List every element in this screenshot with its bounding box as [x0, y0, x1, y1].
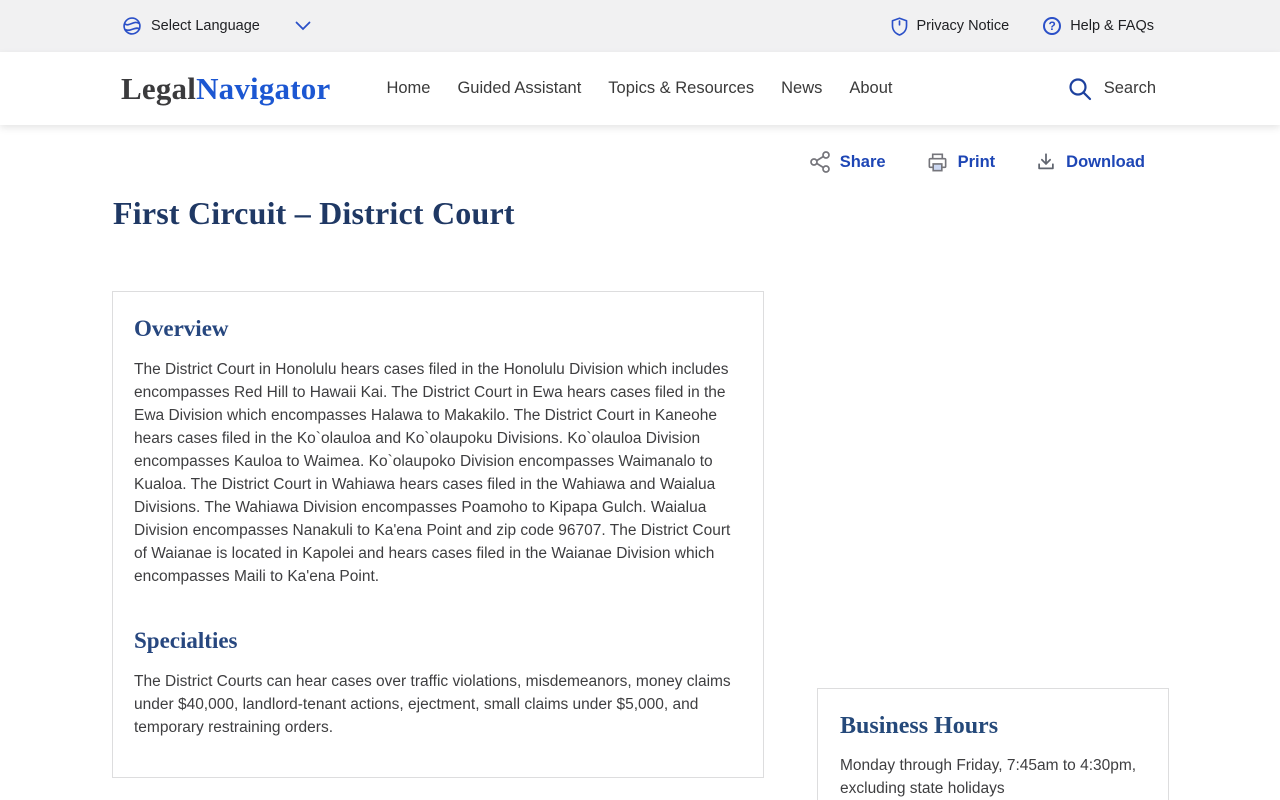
printer-icon: [926, 151, 949, 174]
utility-bar: Select Language Privacy Notice: [0, 0, 1280, 52]
help-faqs-link[interactable]: ? Help & FAQs: [1043, 17, 1154, 35]
business-hours-text: Monday through Friday, 7:45am to 4:30pm,…: [840, 754, 1146, 800]
site-logo[interactable]: LegalNavigator: [112, 71, 330, 107]
question-circle-icon: ?: [1043, 17, 1061, 35]
search-button[interactable]: Search: [1067, 76, 1168, 102]
nav-item-home[interactable]: Home: [386, 79, 430, 98]
share-label: Share: [840, 153, 886, 172]
page-title: First Circuit – District Court: [112, 195, 1168, 232]
language-selector-label: Select Language: [151, 18, 260, 34]
language-selector[interactable]: Select Language: [122, 16, 311, 36]
share-icon: [809, 150, 831, 174]
specialties-text: The District Courts can hear cases over …: [134, 670, 742, 739]
logo-text-legal: Legal: [121, 71, 196, 106]
nav-item-guided-assistant[interactable]: Guided Assistant: [457, 79, 581, 98]
overview-text: The District Court in Honolulu hears cas…: [134, 358, 742, 588]
specialties-section: Specialties The District Courts can hear…: [134, 628, 742, 739]
nav-item-about[interactable]: About: [849, 79, 892, 98]
download-button[interactable]: Download: [1035, 151, 1145, 173]
privacy-notice-label: Privacy Notice: [917, 18, 1010, 34]
sidebar-column: Business Hours Monday through Friday, 7:…: [817, 291, 1169, 800]
download-label: Download: [1066, 153, 1145, 172]
chevron-down-icon[interactable]: [295, 21, 311, 31]
site-header: LegalNavigator Home Guided Assistant Top…: [0, 52, 1280, 125]
globe-icon: [122, 16, 142, 36]
logo-text-navigator: Navigator: [196, 71, 330, 106]
main-column: Overview The District Court in Honolulu …: [112, 291, 764, 800]
specialties-heading: Specialties: [134, 628, 742, 654]
download-icon: [1035, 151, 1057, 173]
search-label: Search: [1104, 79, 1156, 98]
business-hours-card: Business Hours Monday through Friday, 7:…: [817, 688, 1169, 800]
nav-item-news[interactable]: News: [781, 79, 822, 98]
print-button[interactable]: Print: [926, 151, 996, 174]
search-icon: [1067, 76, 1093, 102]
page-content: Share Print Download First: [112, 150, 1168, 800]
main-navigation: Home Guided Assistant Topics & Resources…: [386, 79, 892, 98]
share-button[interactable]: Share: [809, 150, 886, 174]
page-actions: Share Print Download: [112, 150, 1168, 174]
privacy-notice-link[interactable]: Privacy Notice: [891, 17, 1010, 36]
help-faqs-label: Help & FAQs: [1070, 18, 1154, 34]
shield-icon: [891, 17, 908, 36]
overview-heading: Overview: [134, 316, 742, 342]
overview-section: Overview The District Court in Honolulu …: [134, 316, 742, 588]
print-label: Print: [958, 153, 996, 172]
court-info-card: Overview The District Court in Honolulu …: [112, 291, 764, 778]
business-hours-heading: Business Hours: [840, 713, 1146, 740]
nav-item-topics-resources[interactable]: Topics & Resources: [608, 79, 754, 98]
